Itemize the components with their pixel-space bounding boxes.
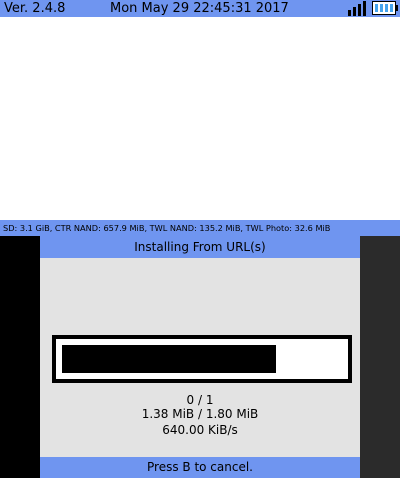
version-label: Ver. 2.4.8: [4, 1, 66, 16]
battery-full-icon: [372, 1, 398, 15]
wifi-signal-bars-icon: [348, 1, 368, 16]
left-margin: [0, 236, 40, 478]
storage-info-bar: SD: 3.1 GiB, CTR NAND: 657.9 MiB, TWL NA…: [0, 220, 400, 236]
screen: Ver. 2.4.8 Mon May 29 22:45:31 2017 SD:: [0, 0, 400, 478]
install-progress-dialog: Installing From URL(s) 0 / 1 1.38 MiB / …: [40, 236, 360, 478]
progress-bar-fill: [62, 345, 276, 373]
right-margin: [360, 236, 400, 478]
size-progress: 1.38 MiB / 1.80 MiB: [141, 407, 259, 421]
top-screen: Ver. 2.4.8 Mon May 29 22:45:31 2017: [0, 0, 400, 220]
item-count: 0 / 1: [186, 393, 214, 407]
bottom-screen: Installing From URL(s) 0 / 1 1.38 MiB / …: [0, 236, 400, 478]
datetime-label: Mon May 29 22:45:31 2017: [110, 1, 289, 16]
cancel-hint[interactable]: Press B to cancel.: [40, 457, 360, 478]
storage-info-text: SD: 3.1 GiB, CTR NAND: 657.9 MiB, TWL NA…: [3, 223, 331, 233]
status-bar: Ver. 2.4.8 Mon May 29 22:45:31 2017: [0, 0, 400, 17]
dialog-title: Installing From URL(s): [40, 236, 360, 258]
transfer-speed: 640.00 KiB/s: [162, 423, 238, 437]
progress-bar: [52, 335, 352, 383]
